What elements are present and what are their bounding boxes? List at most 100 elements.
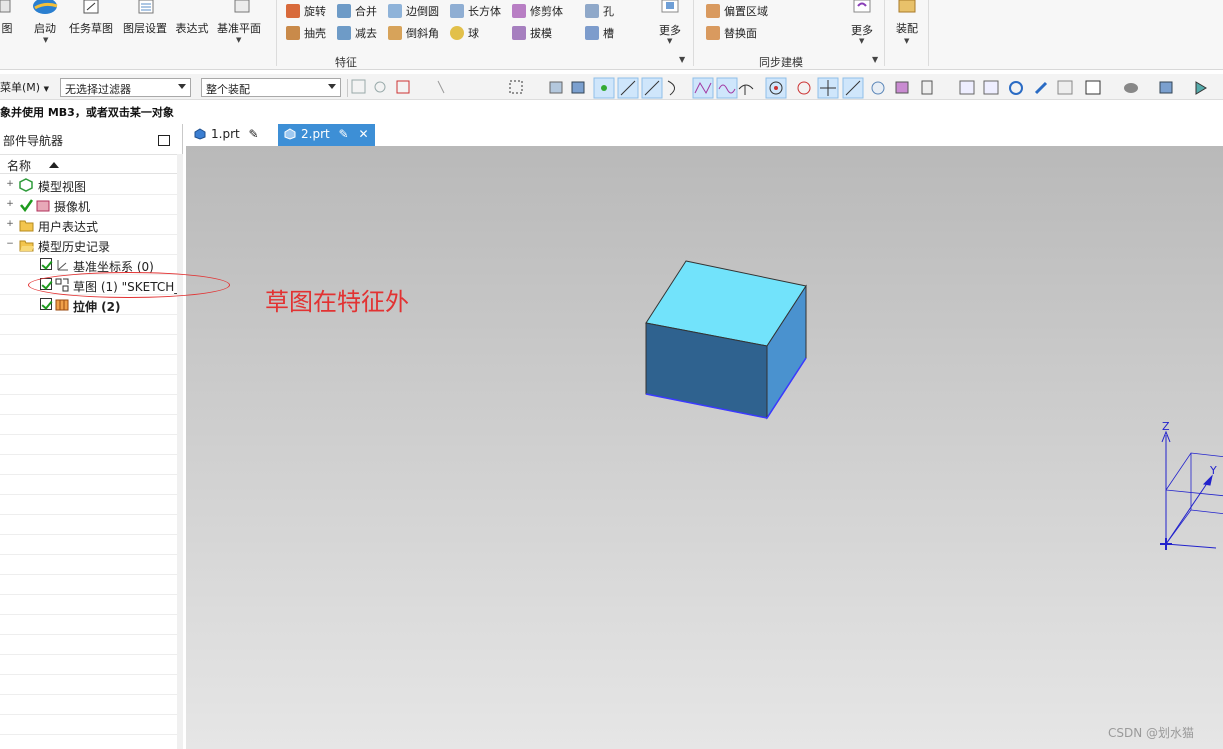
expression-icon — [178, 0, 206, 16]
unite-button[interactable]: 合并 — [337, 2, 377, 20]
groove-button[interactable]: 槽 — [585, 24, 614, 42]
more-icon — [661, 0, 679, 13]
name-column-header[interactable]: 名称 — [0, 154, 177, 174]
navigator-scrollbar[interactable] — [177, 154, 183, 749]
tree-item-datum-csys[interactable]: 基准坐标系 (0) — [0, 255, 177, 275]
line-snap-icon[interactable] — [617, 77, 639, 99]
snap-icon[interactable] — [437, 80, 445, 94]
chevron-down-icon[interactable]: ▼ — [236, 36, 241, 44]
visibility-checkbox[interactable] — [40, 258, 52, 270]
chevron-down-icon[interactable]: ▼ — [43, 36, 48, 44]
existing-point-snap-icon[interactable] — [842, 77, 864, 99]
render-style-icon[interactable] — [1085, 80, 1101, 95]
tree-item-model-history[interactable]: − 模型历史记录 — [0, 235, 177, 255]
feature-selection-icon[interactable] — [374, 81, 386, 93]
trim-view-icon[interactable] — [1195, 81, 1207, 95]
shell-icon — [286, 26, 300, 40]
spline-snap-icon[interactable] — [692, 77, 714, 99]
chevron-down-icon[interactable]: ▼ — [859, 37, 864, 45]
sync-group-dropdown-icon[interactable]: ▼ — [872, 55, 878, 64]
tree-item-user-expressions[interactable]: + 用户表达式 — [0, 215, 177, 235]
sketch-task-icon — [83, 0, 99, 14]
body-selection-icon[interactable] — [549, 81, 563, 94]
layer-settings-button[interactable]: 图层设置 — [122, 0, 168, 36]
layer-snap-icon[interactable] — [895, 81, 909, 94]
wave-snap-icon[interactable] — [716, 77, 738, 99]
draft-button[interactable]: 拔模 — [512, 24, 552, 42]
tree-item-camera[interactable]: + 摄像机 — [0, 195, 177, 215]
sync-more-button[interactable]: 更多 — [845, 0, 879, 38]
general-selection-icon[interactable] — [351, 79, 366, 94]
tree-item-model-views[interactable]: + 模型视图 — [0, 175, 177, 195]
empty-row — [0, 595, 177, 615]
rotate-icon[interactable] — [1009, 81, 1023, 95]
datum-csys-triad[interactable] — [1160, 430, 1223, 550]
fit-view-icon[interactable] — [959, 80, 975, 95]
display-icon[interactable] — [1124, 83, 1138, 93]
folder-open-icon — [19, 240, 34, 252]
expand-icon[interactable]: + — [6, 200, 14, 209]
trim-body-icon — [512, 4, 526, 18]
visibility-checkbox[interactable] — [40, 298, 52, 310]
curve-snap-icon[interactable] — [667, 80, 675, 96]
cube-model[interactable] — [645, 260, 807, 420]
edit-icon: ✎ — [248, 127, 259, 141]
chevron-down-icon[interactable]: ▼ — [667, 37, 672, 45]
feature-group-dropdown-icon[interactable]: ▼ — [679, 55, 685, 64]
feature-more-button[interactable]: 更多 — [652, 0, 688, 38]
graphics-viewport[interactable]: Z Y — [186, 146, 1223, 749]
maximize-icon[interactable] — [158, 135, 170, 146]
selection-scope-select[interactable]: 整个装配 — [201, 78, 341, 97]
quadrant-snap-icon[interactable] — [797, 81, 811, 95]
offset-region-button[interactable]: 偏置区域 — [706, 2, 768, 20]
tab-1-prt[interactable]: 1.prt ✎ — [188, 124, 265, 146]
replace-face-button[interactable]: 替换面 — [706, 24, 757, 42]
select-lasso-icon[interactable] — [509, 80, 523, 94]
visibility-checkbox[interactable] — [40, 278, 52, 290]
assembly-button[interactable]: 装配 — [890, 0, 924, 36]
menu-button[interactable]: 菜单(M) ▼ — [0, 79, 49, 95]
book-icon[interactable] — [921, 80, 933, 95]
center-snap-icon[interactable] — [765, 77, 787, 99]
tree-item-sketch[interactable]: 草图 (1) "SKETCH_ — [0, 275, 180, 295]
collapse-icon[interactable]: − — [6, 240, 14, 249]
navigator-title: 部件导航器 — [3, 134, 64, 148]
empty-row — [0, 415, 177, 435]
datum-plane-button[interactable]: 基准平面 — [215, 0, 263, 36]
block-button[interactable]: 长方体 — [450, 2, 501, 20]
chevron-down-icon[interactable]: ▼ — [904, 37, 909, 45]
solid-body-icon[interactable] — [571, 81, 585, 94]
view-orientation-icon[interactable] — [1057, 80, 1073, 95]
face-snap-icon[interactable] — [871, 81, 885, 95]
sphere-button[interactable]: 球 — [450, 24, 479, 42]
chevron-down-icon — [178, 84, 186, 89]
chamfer-button[interactable]: 倒斜角 — [388, 24, 439, 42]
revolve-button[interactable]: 旋转 — [286, 2, 326, 20]
expand-icon[interactable]: + — [6, 220, 14, 229]
shell-button[interactable]: 抽壳 — [286, 24, 326, 42]
cube-view-icon[interactable] — [1159, 81, 1173, 94]
view-button[interactable]: 图 — [0, 0, 14, 36]
close-icon[interactable]: ✕ — [358, 127, 368, 141]
sketch-task-button[interactable]: 任务草图 — [68, 0, 114, 36]
expression-button[interactable]: 表达式 — [174, 0, 210, 36]
intersection-snap-icon[interactable] — [817, 77, 839, 99]
trim-body-button[interactable]: 修剪体 — [512, 2, 563, 20]
edge-blend-button[interactable]: 边倒圆 — [388, 2, 439, 20]
type-filter-select[interactable]: 无选择过滤器 — [60, 78, 191, 97]
start-button[interactable]: 启动 — [28, 0, 62, 36]
arc-snap-icon[interactable] — [738, 84, 754, 95]
expand-icon[interactable]: + — [6, 180, 14, 189]
hole-button[interactable]: 孔 — [585, 2, 614, 20]
select-region-icon[interactable] — [396, 80, 410, 94]
tab-2-prt[interactable]: 2.prt ✎ ✕ — [278, 124, 375, 146]
empty-row — [0, 695, 177, 715]
tree-item-extrude[interactable]: 拉伸 (2) — [0, 295, 177, 315]
group-separator — [884, 0, 885, 66]
zoom-icon[interactable] — [983, 80, 999, 95]
groove-icon — [585, 26, 599, 40]
pan-icon[interactable] — [1034, 81, 1048, 95]
subtract-button[interactable]: 减去 — [337, 24, 377, 42]
endpoint-snap-icon[interactable] — [593, 77, 615, 99]
midpoint-snap-icon[interactable] — [641, 77, 663, 99]
